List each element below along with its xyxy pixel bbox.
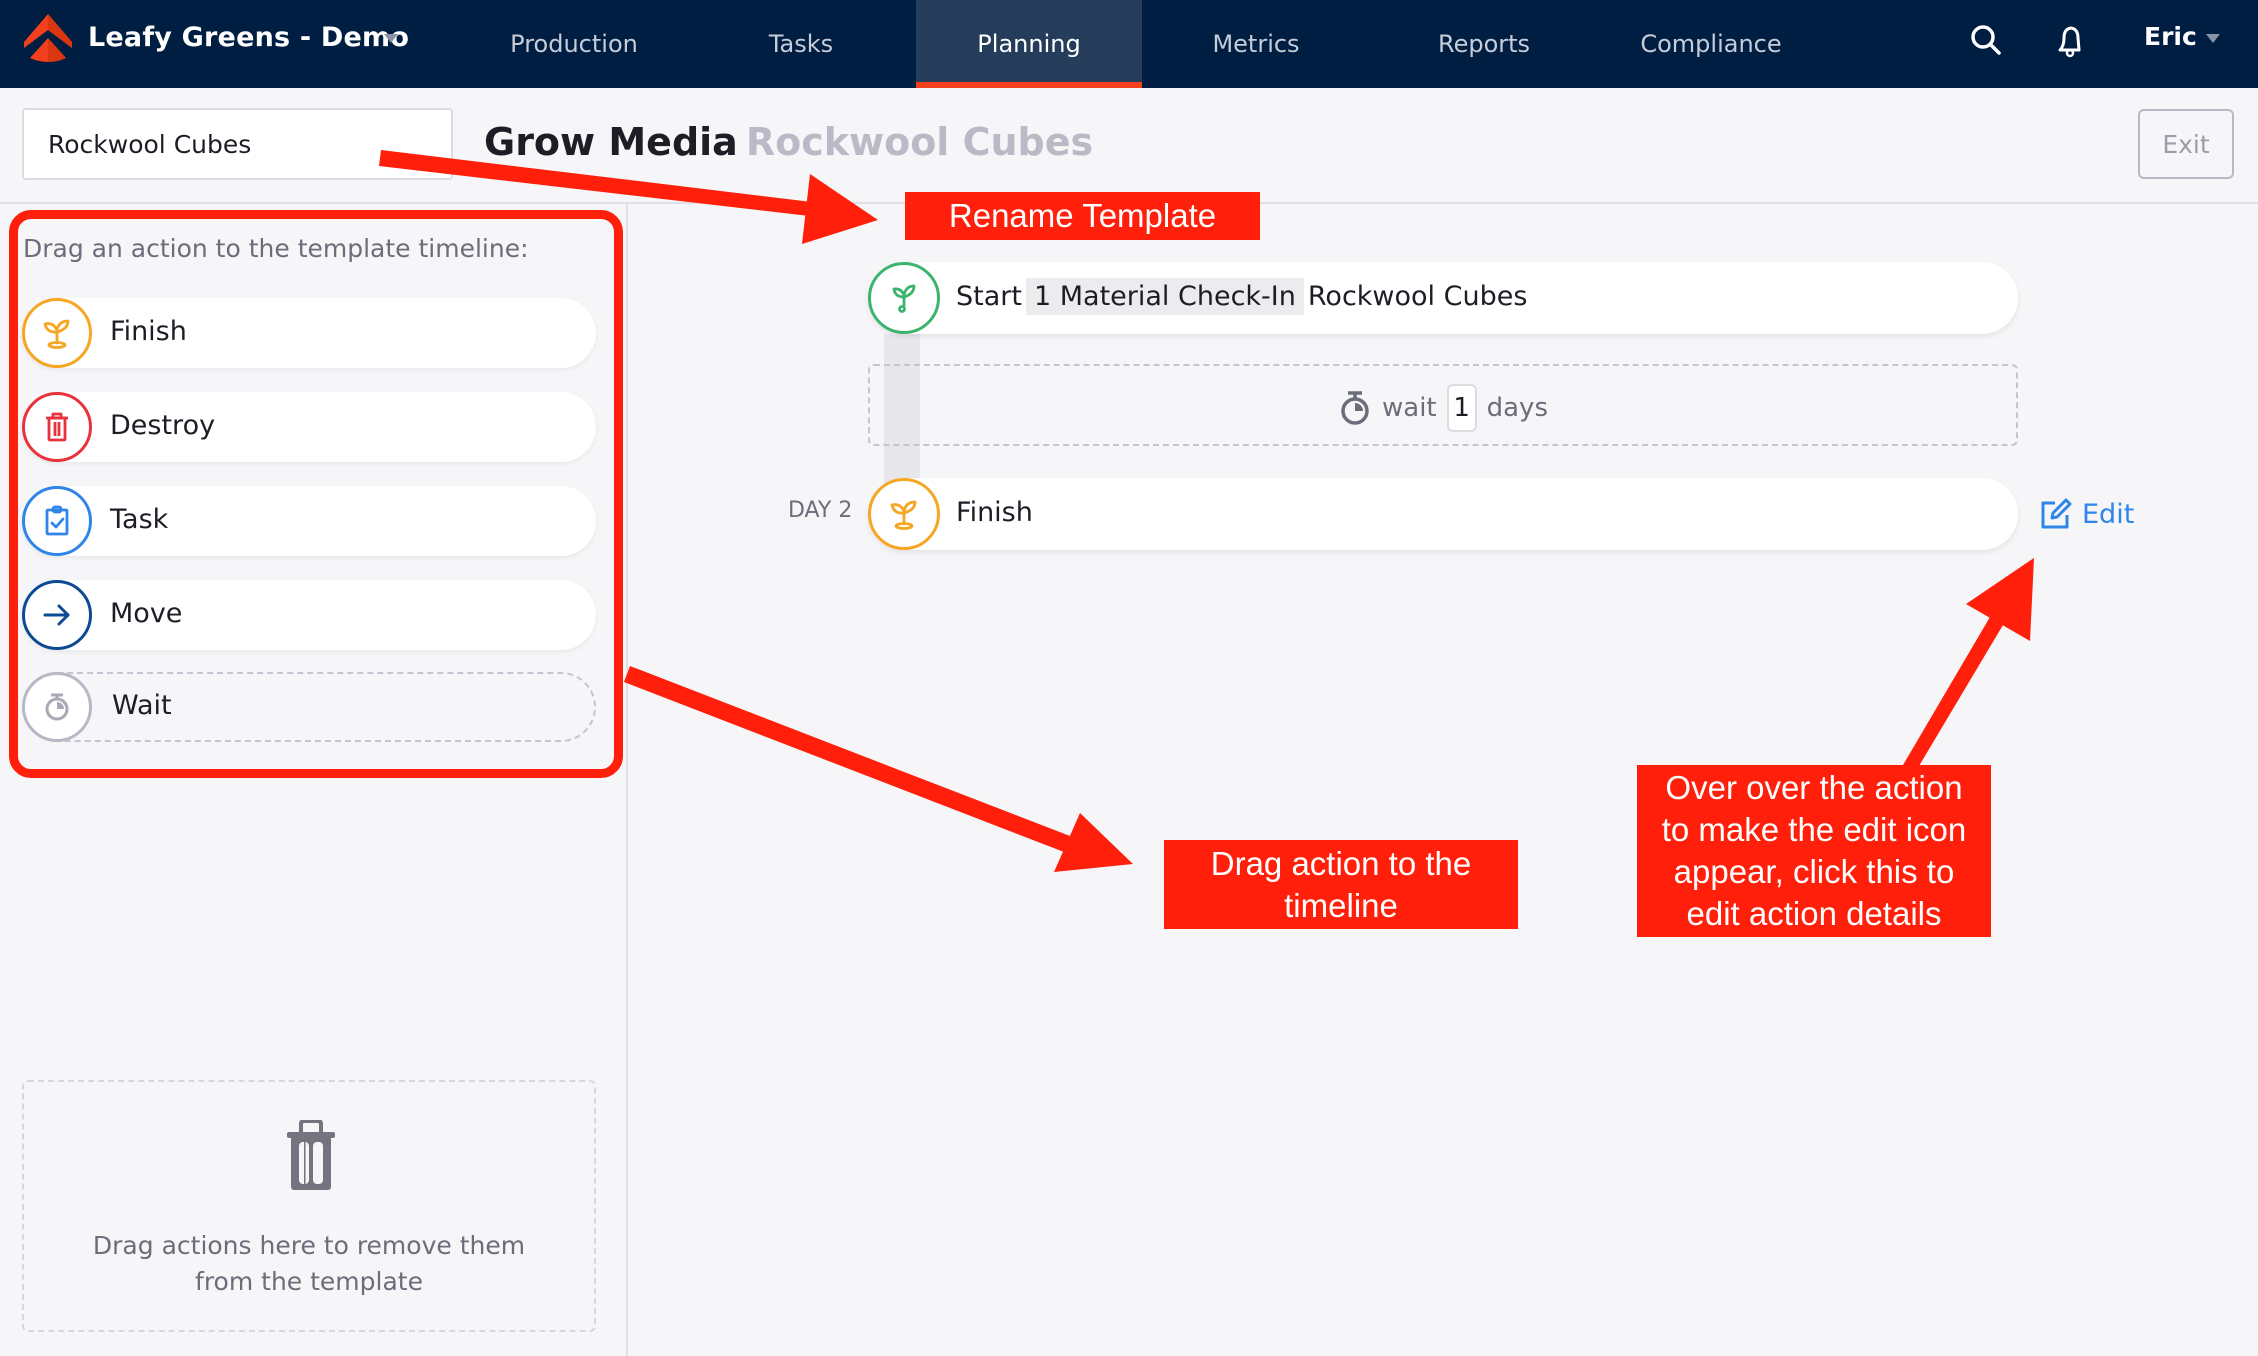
- annotation-drag-line-2: timeline: [1284, 886, 1398, 924]
- tab-metrics[interactable]: Metrics: [1143, 0, 1369, 88]
- wait-days-input[interactable]: [1446, 384, 1477, 432]
- annotation-edit-line-4: edit action details: [1686, 895, 1942, 932]
- tab-compliance[interactable]: Compliance: [1598, 0, 1824, 88]
- exit-button[interactable]: Exit: [2138, 109, 2234, 179]
- annotation-edit-line-2: to make the edit icon: [1661, 811, 1967, 848]
- annotation-highlight-actions: [9, 210, 623, 778]
- remove-drop-zone[interactable]: Drag actions here to remove them from th…: [22, 1080, 596, 1332]
- annotation-edit-line-1: Over over the action: [1665, 769, 1963, 806]
- sidebar-divider: [626, 204, 628, 1356]
- user-caret-icon[interactable]: [2206, 34, 2220, 43]
- annotation-drag-line-1: Drag action to the: [1210, 844, 1472, 882]
- remove-hint-line-2: from the template: [195, 1267, 423, 1296]
- edit-label: Edit: [2082, 498, 2135, 530]
- start-verb: Start: [956, 281, 1022, 312]
- trash-icon: [287, 1120, 335, 1190]
- start-action-text: Start 1 Material Check-In Rockwool Cubes: [956, 278, 1528, 315]
- annotation-drag-action: Drag action to the timeline: [1164, 840, 1518, 929]
- timeline-finish-action[interactable]: Finish: [868, 478, 2018, 550]
- start-item: Rockwool Cubes: [1307, 281, 1528, 312]
- stopwatch-icon: [1341, 391, 1369, 425]
- org-caret-icon[interactable]: [384, 34, 398, 43]
- wait-row: wait days: [870, 384, 2016, 432]
- user-menu[interactable]: Eric: [2144, 22, 2197, 51]
- bell-icon[interactable]: [2050, 20, 2092, 62]
- page-title-sub: Rockwool Cubes: [745, 120, 1094, 164]
- seedling-icon: [868, 262, 940, 334]
- finish-action-label: Finish: [956, 497, 1033, 528]
- template-name-input[interactable]: [22, 108, 453, 180]
- search-icon[interactable]: [1966, 20, 2008, 62]
- app-logo-icon[interactable]: [22, 14, 74, 64]
- org-switcher[interactable]: Leafy Greens - Demo: [88, 22, 409, 53]
- tab-production[interactable]: Production: [461, 0, 687, 88]
- tab-reports[interactable]: Reports: [1371, 0, 1597, 88]
- tab-tasks[interactable]: Tasks: [688, 0, 914, 88]
- arrow-edit: [1903, 558, 2034, 771]
- page-title: Grow Media Rockwool Cubes: [484, 120, 1093, 164]
- timeline-wait-action[interactable]: wait days: [868, 364, 2018, 446]
- sprout-icon: [868, 478, 940, 550]
- wait-word: wait: [1382, 393, 1437, 423]
- day-label: DAY 2: [788, 498, 853, 523]
- material-check-in-chip[interactable]: 1 Material Check-In: [1025, 278, 1304, 315]
- annotation-edit-action: Over over the action to make the edit ic…: [1637, 765, 1991, 937]
- page-title-main: Grow Media: [484, 120, 738, 164]
- arrow-drag: [624, 666, 1133, 872]
- remove-drop-zone-text: Drag actions here to remove them from th…: [24, 1228, 594, 1300]
- edit-icon: [2041, 498, 2072, 529]
- tab-planning[interactable]: Planning: [916, 0, 1142, 88]
- remove-hint-line-1: Drag actions here to remove them: [92, 1231, 526, 1260]
- annotation-edit-line-3: appear, click this to: [1673, 853, 1955, 890]
- annotation-rename-template: Rename Template: [905, 192, 1260, 240]
- timeline-start-action[interactable]: Start 1 Material Check-In Rockwool Cubes: [868, 262, 2018, 334]
- wait-unit: days: [1486, 393, 1548, 423]
- top-nav: Leafy Greens - Demo Production Tasks Pla…: [0, 0, 2258, 88]
- edit-action-link[interactable]: Edit: [2040, 498, 2134, 530]
